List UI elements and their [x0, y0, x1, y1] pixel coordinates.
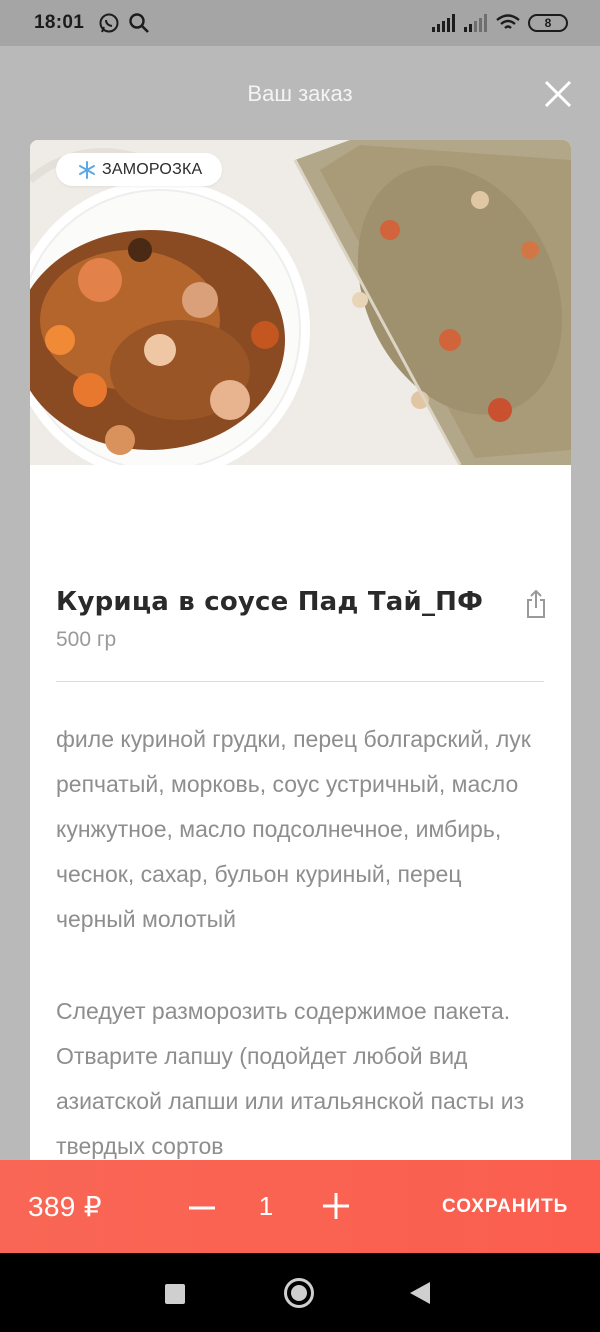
- recents-icon[interactable]: [165, 1284, 185, 1304]
- product-weight: 500 гр: [56, 628, 117, 651]
- product-title: Курица в соусе Пад Тай_ПФ: [56, 587, 484, 617]
- signal-weak-icon: [464, 14, 487, 32]
- action-bar: 389 ₽ 1 СОХРАНИТЬ: [0, 1160, 600, 1253]
- share-icon: [527, 589, 545, 618]
- battery-indicator: 8: [528, 14, 568, 32]
- product-instructions: Следует разморозить содержимое пакета. О…: [56, 998, 525, 1159]
- plus-icon: [323, 1193, 349, 1219]
- navigation-bar: [0, 1253, 600, 1332]
- close-icon: [544, 80, 572, 108]
- divider: [56, 681, 544, 682]
- product-photo: [30, 140, 571, 465]
- home-icon[interactable]: [284, 1278, 314, 1308]
- product-ingredients: филе куриной грудки, перец болгарский, л…: [56, 726, 531, 932]
- order-modal: Ваш заказ ЗАМОРОЗКА Курица в соусе Пад Т…: [0, 46, 600, 1180]
- back-icon[interactable]: [410, 1282, 430, 1304]
- whatsapp-icon: [99, 13, 119, 33]
- status-bar: 18:01 8: [0, 0, 600, 46]
- close-button[interactable]: [542, 78, 574, 110]
- modal-title: Ваш заказ: [247, 81, 353, 106]
- decrease-quantity-button[interactable]: [186, 1192, 218, 1224]
- product-image: ЗАМОРОЗКА: [30, 140, 571, 465]
- snowflake-icon: [79, 160, 95, 179]
- share-button[interactable]: [522, 589, 550, 619]
- search-icon: [129, 13, 150, 33]
- save-button[interactable]: СОХРАНИТЬ: [442, 1196, 568, 1218]
- status-time: 18:01: [34, 12, 85, 33]
- minus-icon: [189, 1206, 215, 1210]
- price: 389 ₽: [28, 1191, 102, 1222]
- signal-icon: [432, 14, 455, 32]
- increase-quantity-button[interactable]: [320, 1190, 352, 1222]
- quantity-value: 1: [258, 1191, 274, 1221]
- freeze-badge: ЗАМОРОЗКА: [56, 153, 223, 186]
- wifi-icon: [496, 14, 520, 29]
- product-card: ЗАМОРОЗКА Курица в соусе Пад Тай_ПФ 500 …: [30, 140, 571, 1180]
- freeze-badge-label: ЗАМОРОЗКА: [102, 160, 203, 178]
